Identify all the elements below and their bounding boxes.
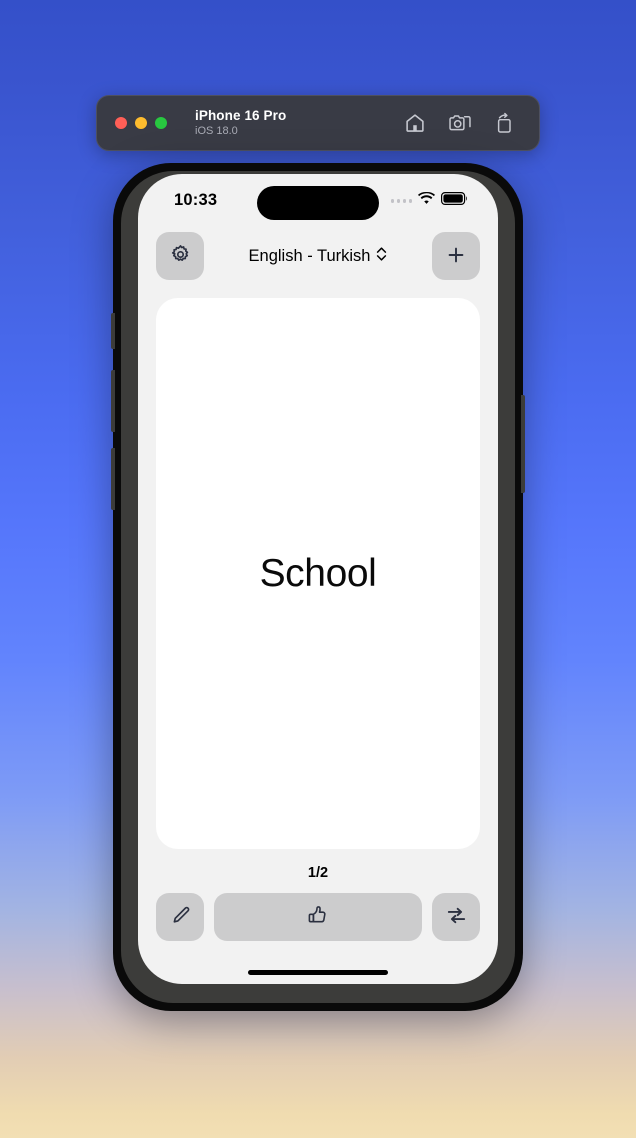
thumbs-up-icon (306, 904, 330, 931)
action-button[interactable] (111, 313, 115, 349)
status-bar-time: 10:33 (174, 191, 218, 209)
wifi-icon (418, 192, 435, 210)
simulator-titlebar: iPhone 16 Pro iOS 18.0 (96, 95, 540, 151)
dynamic-island (257, 186, 379, 220)
flashcard-word: School (259, 551, 377, 595)
edit-card-button[interactable] (156, 893, 204, 941)
add-card-button[interactable] (432, 232, 480, 280)
language-pair-label: English - Turkish (248, 246, 371, 265)
close-window-button[interactable] (115, 117, 127, 129)
status-bar-indicators (390, 192, 469, 210)
power-button[interactable] (521, 395, 525, 493)
desktop-background: iPhone 16 Pro iOS 18.0 10:33 English - T… (0, 0, 636, 1138)
plus-icon (445, 244, 467, 269)
repeat-swap-icon (445, 904, 468, 930)
language-pair-picker[interactable]: English - Turkish (249, 246, 388, 267)
flashcard[interactable]: School (156, 298, 480, 849)
home-indicator[interactable] (248, 970, 388, 975)
cellular-signal-icon (390, 199, 412, 203)
shuffle-cards-button[interactable] (432, 893, 480, 941)
settings-button[interactable] (156, 232, 204, 280)
volume-down-button[interactable] (111, 448, 115, 510)
volume-up-button[interactable] (111, 370, 115, 432)
simulator-toolbar (404, 112, 539, 134)
home-icon[interactable] (404, 112, 426, 134)
pencil-icon (170, 905, 191, 929)
battery-full-icon (441, 192, 468, 210)
window-traffic-lights (97, 117, 167, 129)
know-card-button[interactable] (214, 893, 422, 941)
screen-rotate-icon[interactable] (494, 112, 515, 134)
maximize-window-button[interactable] (155, 117, 167, 129)
top-controls-row: English - Turkish (156, 232, 480, 280)
device-name: iPhone 16 Pro (195, 108, 287, 124)
gear-icon (170, 244, 191, 268)
chevron-up-down-icon (376, 246, 387, 267)
card-counter: 1/2 (307, 865, 329, 881)
simulator-title-group: iPhone 16 Pro iOS 18.0 (195, 108, 286, 137)
minimize-window-button[interactable] (135, 117, 147, 129)
flashcard-app: English - Turkish School 1/2 (138, 232, 498, 941)
os-version: iOS 18.0 (195, 124, 238, 137)
phone-screen: 10:33 English - Turkish School 1/2 (138, 174, 498, 984)
iphone-device-frame: 10:33 English - Turkish School 1/2 (111, 163, 525, 1011)
bottom-controls-row (156, 893, 480, 941)
screenshot-icon[interactable] (448, 112, 472, 134)
status-bar: 10:33 (138, 174, 498, 224)
